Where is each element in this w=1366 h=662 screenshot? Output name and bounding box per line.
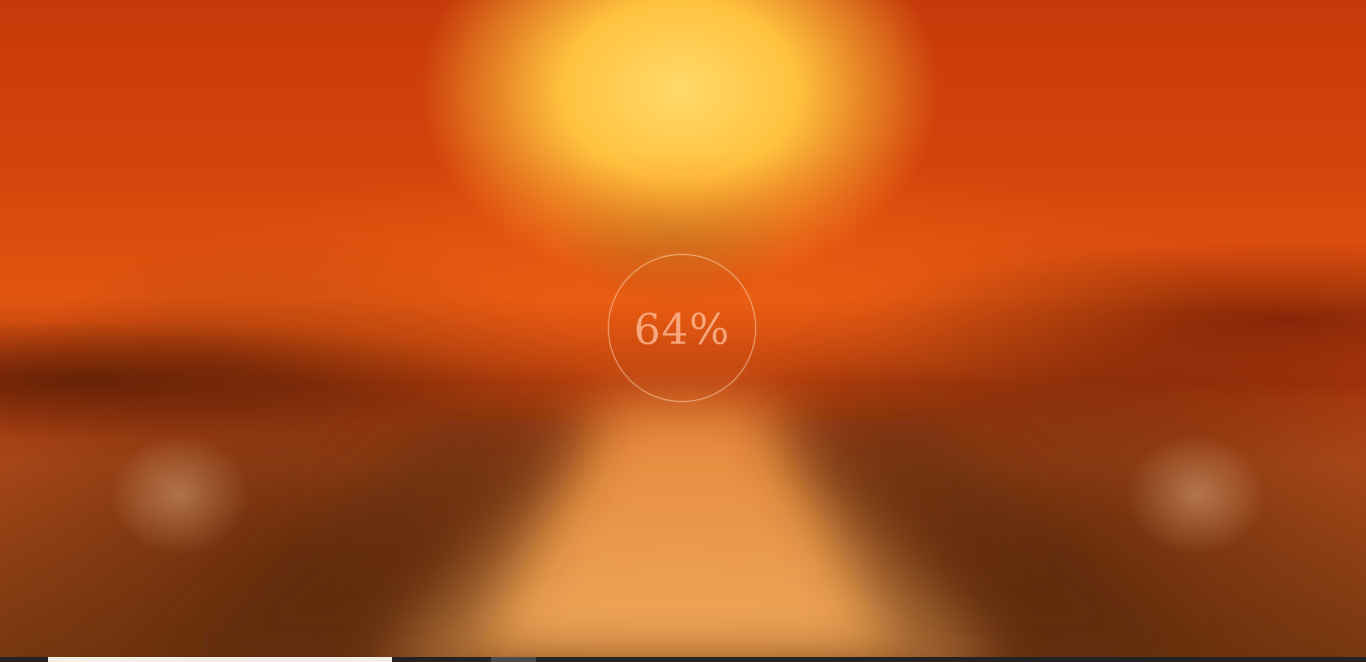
loading-progress-percent: 64%	[633, 304, 731, 354]
bottom-bar-loaded-segment	[48, 657, 392, 662]
bottom-progress-bar	[0, 657, 1366, 662]
bottom-bar-thumb[interactable]	[491, 657, 536, 662]
loading-screen: 64%	[0, 0, 1366, 662]
loading-progress-circle: 64%	[608, 254, 756, 402]
